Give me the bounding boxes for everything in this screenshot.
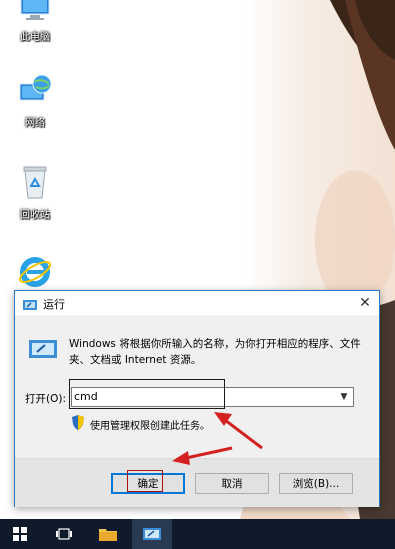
recycle-bin-icon xyxy=(23,166,47,199)
desktop-icon-this-pc[interactable]: 此电脑 xyxy=(5,0,65,43)
desktop-icon-recycle-bin[interactable]: 回收站 xyxy=(5,164,65,221)
windows-start-icon xyxy=(13,527,27,541)
file-explorer-button[interactable] xyxy=(88,519,128,549)
shield-icon xyxy=(71,415,85,434)
desktop-icon-ie[interactable] xyxy=(5,254,65,294)
open-label: 打开(O): xyxy=(25,393,66,405)
desktop-icon-label: 网络 xyxy=(25,118,45,129)
computer-icon xyxy=(20,0,50,20)
taskbar xyxy=(0,519,395,549)
cancel-button[interactable]: 取消 xyxy=(195,473,269,494)
dialog-titlebar[interactable]: 运行 ✕ xyxy=(15,291,379,315)
annotation-highlight-ok xyxy=(127,470,163,492)
admin-note: 使用管理权限创建此任务。 xyxy=(90,421,210,432)
task-view-icon xyxy=(56,528,72,540)
run-taskbar-button[interactable] xyxy=(132,519,172,549)
start-button[interactable] xyxy=(0,519,40,549)
desktop-icon-label: 此电脑 xyxy=(20,32,50,43)
browse-button[interactable]: 浏览(B)... xyxy=(279,473,353,494)
file-explorer-icon xyxy=(99,529,117,541)
annotation-highlight-input xyxy=(69,379,225,409)
run-app-icon xyxy=(23,296,37,315)
network-icon xyxy=(19,74,52,101)
task-view-button[interactable] xyxy=(44,519,84,549)
close-button[interactable]: ✕ xyxy=(355,293,375,313)
run-app-icon xyxy=(29,338,57,364)
desktop-icon-label: 回收站 xyxy=(20,210,50,221)
dialog-title: 运行 xyxy=(43,298,65,311)
run-app-icon xyxy=(143,528,161,540)
chevron-down-icon[interactable]: ▼ xyxy=(337,389,351,405)
ie-icon xyxy=(18,257,52,287)
dialog-button-bar: 确定 取消 浏览(B)... xyxy=(15,458,379,507)
dialog-description: Windows 将根据你所输入的名称，为你打开相应的程序、文件夹、文档或 Int… xyxy=(69,338,361,366)
desktop-icon-network[interactable]: 网络 xyxy=(5,74,65,129)
